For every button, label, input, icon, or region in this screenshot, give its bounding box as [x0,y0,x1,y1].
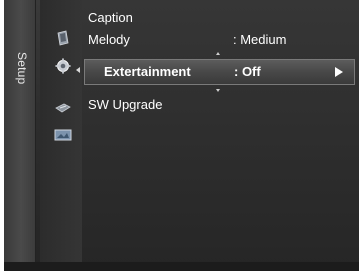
menu-item-sw-upgrade[interactable]: SW Upgrade [88,96,162,114]
tv-menu-screen: Setup Caption Melody : Medium Extertainm… [0,0,363,271]
menu-item-melody[interactable]: Melody [88,31,130,49]
satellite-icon[interactable] [54,100,72,116]
setup-category-tab[interactable]: Setup [4,0,36,271]
screen-icon[interactable] [54,127,72,143]
menu-item-caption[interactable]: Caption [88,9,133,27]
scroll-down-icon [216,89,220,92]
selected-category-indicator-icon [76,67,80,73]
chevron-right-icon[interactable] [335,67,343,77]
scroll-up-icon [216,52,220,55]
extertainment-value: : Off [234,64,261,79]
gear-icon[interactable] [54,58,72,74]
setup-label: Setup [15,52,29,85]
menu-item-extertainment[interactable]: Extertainment [104,63,191,81]
melody-value: : Medium [233,32,287,47]
tv-icon[interactable] [54,30,72,46]
bottom-bar [4,262,359,271]
